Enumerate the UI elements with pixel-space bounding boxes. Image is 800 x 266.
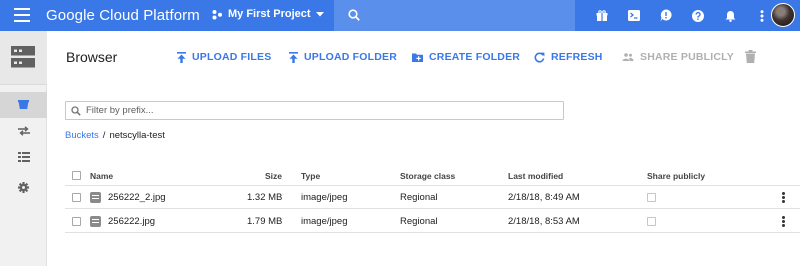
- column-name[interactable]: Name: [90, 166, 113, 185]
- breadcrumb-buckets-link[interactable]: Buckets: [65, 130, 99, 141]
- settings-icon: [18, 181, 29, 193]
- upload-folder-label: UPLOAD FOLDER: [304, 51, 398, 63]
- gcp-storage-browser: Google Cloud Platform My First Project B…: [0, 0, 800, 266]
- column-type[interactable]: Type: [301, 166, 320, 185]
- refresh-label: REFRESH: [551, 51, 603, 63]
- filter-input[interactable]: [86, 103, 556, 118]
- storage-bucket-icon: [18, 100, 29, 109]
- alert-icon[interactable]: [650, 0, 682, 31]
- nav-transfer[interactable]: [0, 118, 47, 144]
- nav-settings[interactable]: [0, 174, 47, 200]
- share-publicly-checkbox[interactable]: [647, 192, 656, 202]
- people-icon: [622, 53, 634, 61]
- storage-class: Regional: [400, 215, 438, 227]
- share-publicly-label: SHARE PUBLICLY: [640, 51, 735, 63]
- file-icon: [90, 191, 101, 203]
- table-row[interactable]: 256222.jpg 1.79 MB image/jpeg Regional 2…: [65, 210, 800, 233]
- notifications-icon[interactable]: [714, 0, 746, 31]
- top-bar-icons: [586, 0, 778, 31]
- table-header-row: Name Size Type Storage class Last modifi…: [65, 166, 800, 186]
- file-name[interactable]: 256222_2.jpg: [108, 192, 166, 203]
- select-all-checkbox[interactable]: [72, 171, 81, 180]
- row-checkbox[interactable]: [72, 192, 81, 202]
- upload-icon: [289, 51, 298, 63]
- create-folder-icon: [412, 53, 423, 62]
- share-publicly-checkbox[interactable]: [647, 216, 656, 226]
- storage-class: Regional: [400, 191, 438, 203]
- file-type: image/jpeg: [301, 191, 348, 203]
- project-name: My First Project: [228, 8, 311, 20]
- file-type: image/jpeg: [301, 215, 348, 227]
- chevron-down-icon: [315, 11, 324, 16]
- upload-folder-button[interactable]: UPLOAD FOLDER: [289, 51, 397, 63]
- file-size: 1.79 MB: [247, 215, 283, 227]
- storage-icon: [11, 46, 35, 68]
- table-row[interactable]: 256222_2.jpg 1.32 MB image/jpeg Regional…: [65, 186, 800, 209]
- column-share-publicly[interactable]: Share publicly: [647, 166, 705, 185]
- nav-browser[interactable]: [0, 92, 47, 118]
- breadcrumb-current: netscylla-test: [109, 130, 165, 141]
- row-menu-icon[interactable]: [782, 191, 785, 203]
- breadcrumb-separator: /: [102, 130, 106, 141]
- page-title: Browser: [66, 49, 118, 65]
- terminal-icon[interactable]: [618, 0, 650, 31]
- product-title: Google Cloud Platform: [46, 7, 200, 24]
- project-dots-icon: [212, 9, 222, 19]
- nav-transfer-appliance[interactable]: [0, 144, 47, 170]
- gift-icon[interactable]: [586, 0, 618, 31]
- project-selector[interactable]: My First Project: [212, 8, 324, 20]
- search-bar[interactable]: [334, 0, 575, 31]
- column-size[interactable]: Size: [265, 166, 282, 185]
- file-icon: [90, 215, 101, 227]
- upload-icon: [177, 51, 186, 63]
- menu-icon[interactable]: [14, 8, 30, 22]
- help-icon[interactable]: [682, 0, 714, 31]
- transfer-icon: [17, 126, 30, 136]
- create-folder-label: CREATE FOLDER: [429, 51, 521, 63]
- column-last-modified[interactable]: Last modified: [508, 166, 563, 185]
- breadcrumb: Buckets / netscylla-test: [65, 130, 165, 141]
- delete-icon[interactable]: [745, 50, 756, 63]
- last-modified: 2/18/18, 8:53 AM: [508, 215, 580, 227]
- storage-product-header: [0, 31, 47, 85]
- file-size: 1.32 MB: [247, 191, 283, 203]
- list-icon: [17, 152, 30, 162]
- share-publicly-button[interactable]: SHARE PUBLICLY: [622, 51, 734, 63]
- column-storage-class[interactable]: Storage class: [400, 166, 455, 185]
- filter-box: [65, 101, 564, 120]
- top-bar: Google Cloud Platform My First Project: [0, 0, 800, 31]
- refresh-icon: [534, 52, 545, 62]
- avatar[interactable]: [771, 3, 795, 27]
- row-menu-icon[interactable]: [782, 215, 785, 227]
- search-icon: [71, 106, 81, 116]
- file-name[interactable]: 256222.jpg: [108, 216, 155, 227]
- create-folder-button[interactable]: CREATE FOLDER: [412, 51, 520, 63]
- refresh-button[interactable]: REFRESH: [534, 51, 603, 63]
- left-nav: [0, 31, 47, 266]
- search-icon: [348, 9, 360, 21]
- upload-files-button[interactable]: UPLOAD FILES: [177, 51, 271, 63]
- last-modified: 2/18/18, 8:49 AM: [508, 191, 580, 203]
- upload-files-label: UPLOAD FILES: [192, 51, 272, 63]
- row-checkbox[interactable]: [72, 216, 81, 226]
